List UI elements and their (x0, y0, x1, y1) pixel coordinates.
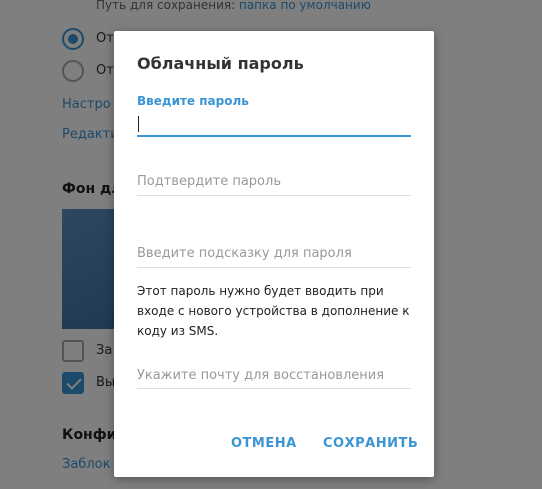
password-hint-input[interactable] (137, 241, 411, 265)
password-input-underline (137, 135, 411, 137)
recovery-email-input[interactable] (137, 363, 411, 387)
recovery-email-field (137, 363, 411, 391)
password-hint-field (137, 241, 411, 269)
cancel-button[interactable]: ОТМЕНА (231, 436, 297, 451)
password-info-text: Этот пароль нужно будет вводить при вход… (137, 284, 410, 338)
confirm-password-field (137, 169, 411, 197)
confirm-password-input[interactable] (137, 169, 411, 193)
password-input[interactable] (137, 112, 411, 136)
text-caret (138, 116, 139, 132)
confirm-password-underline (137, 195, 411, 196)
dialog-title: Облачный пароль (137, 54, 304, 73)
save-button[interactable]: СОХРАНИТЬ (323, 436, 418, 451)
password-hint-underline (137, 267, 411, 268)
recovery-email-underline (137, 388, 411, 389)
password-field-label: Введите пароль (137, 94, 249, 108)
cloud-password-dialog: Облачный пароль Введите пароль Этот паро… (114, 31, 434, 477)
password-field: Введите пароль (137, 94, 411, 138)
